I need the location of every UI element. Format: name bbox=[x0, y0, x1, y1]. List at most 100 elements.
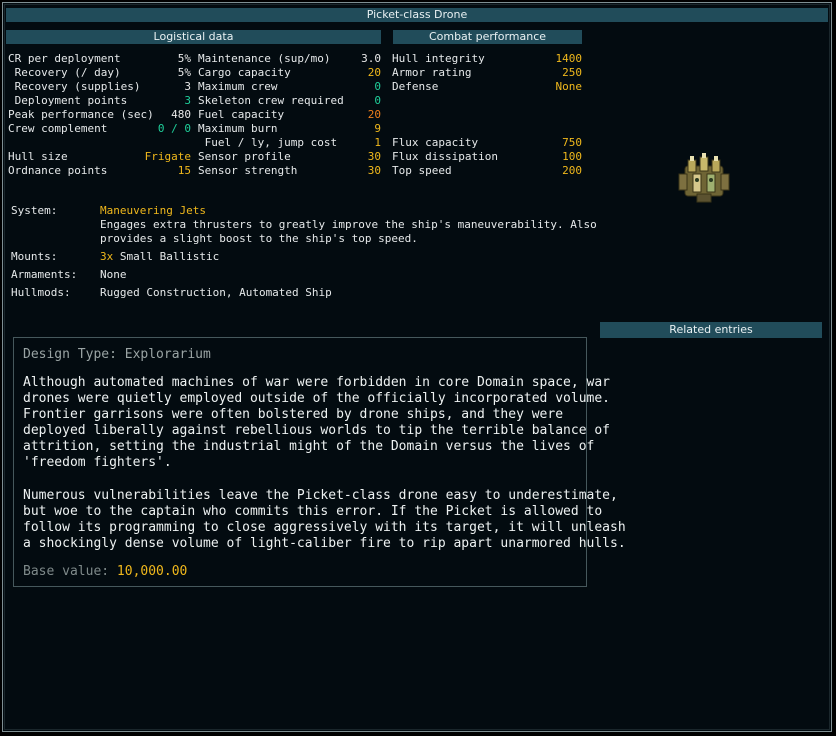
combat-stat-row bbox=[392, 122, 582, 136]
logistics-stat-row: Sensor profile 30 bbox=[198, 150, 381, 164]
description-line: 'freedom fighters'. bbox=[23, 455, 172, 470]
logistics-stat-label: Sensor strength bbox=[198, 164, 298, 177]
logistics-stat-value: 1 bbox=[374, 136, 381, 149]
logistics-stat-label: Fuel / ly, jump cost bbox=[198, 136, 338, 149]
logistics-stat-label: Maximum burn bbox=[198, 122, 278, 135]
combat-stat-row: Top speed 200 bbox=[392, 164, 582, 178]
logistics-stat-value: 0 / 0 bbox=[157, 122, 191, 135]
combat-stat-row: Hull integrity 1400 bbox=[392, 52, 582, 66]
logistics-stat-value: 5% bbox=[177, 52, 191, 65]
description-line: a shockingly dense volume of light-calib… bbox=[23, 536, 626, 551]
logistics-stat-row: Hull size Frigate bbox=[8, 150, 191, 164]
logistics-stat-value: 5% bbox=[177, 66, 191, 79]
combat-stat-row: Armor rating 250 bbox=[392, 66, 582, 80]
armaments-label: Armaments: bbox=[11, 268, 78, 281]
combat-stat-label: Hull integrity bbox=[392, 52, 485, 65]
system-desc-1: Engages extra thrusters to greatly impro… bbox=[100, 218, 597, 231]
logistics-stat-row: Maintenance (sup/mo) 3.0 bbox=[198, 52, 381, 66]
logistics-stat-row: Maximum burn 9 bbox=[198, 122, 381, 136]
logistics-stat-row: Maximum crew 0 bbox=[198, 80, 381, 94]
logistics-stat-row: Fuel capacity 20 bbox=[198, 108, 381, 122]
base-value-amount: 10,000.00 bbox=[116, 564, 188, 579]
logistics-stat-label: Ordnance points bbox=[8, 164, 108, 177]
logistics-stat-row: Skeleton crew required 0 bbox=[198, 94, 381, 108]
logistics-stat-label: Fuel capacity bbox=[198, 108, 285, 121]
logistics-stat-row: Ordnance points 15 bbox=[8, 164, 191, 178]
hullmods-label: Hullmods: bbox=[11, 286, 71, 299]
logistics-stat-row: CR per deployment 5% bbox=[8, 52, 191, 66]
logistics-stat-label: CR per deployment bbox=[8, 52, 121, 65]
hullmods-value: Rugged Construction, Automated Ship bbox=[100, 286, 332, 299]
logistics-stat-label: Maintenance (sup/mo) bbox=[198, 52, 331, 65]
logistics-stat-row: Crew complement 0 / 0 bbox=[8, 122, 191, 136]
logistics-stat-value: 20 bbox=[367, 66, 381, 79]
logistics-stat-label: Skeleton crew required bbox=[198, 94, 344, 107]
combat-stat-value: 1400 bbox=[555, 52, 583, 65]
logistics-stat-row: Fuel / ly, jump cost 1 bbox=[198, 136, 381, 150]
page-title: Picket-class Drone bbox=[6, 8, 828, 22]
logistics-stat-value: 9 bbox=[374, 122, 381, 135]
logistics-stat-value: 20 bbox=[367, 108, 381, 121]
description-line: Numerous vulnerabilities leave the Picke… bbox=[23, 488, 618, 503]
mounts-label: Mounts: bbox=[11, 250, 58, 263]
mounts-count: 3x bbox=[100, 250, 114, 263]
logistics-stat-label: Maximum crew bbox=[198, 80, 278, 93]
logistics-stat-label: Deployment points bbox=[8, 94, 128, 107]
picket-drone-icon bbox=[678, 153, 730, 203]
combat-stat-label: Defense bbox=[392, 80, 439, 93]
combat-stat-value: None bbox=[555, 80, 583, 93]
logistics-stat-label: Recovery (supplies) bbox=[8, 80, 141, 93]
description-line: follow its programming to close aggressi… bbox=[23, 520, 626, 535]
combat-header: Combat performance bbox=[393, 30, 582, 44]
logistics-stat-row: Deployment points 3 bbox=[8, 94, 191, 108]
logistics-stat-value: 30 bbox=[367, 150, 381, 163]
logistics-stat-row: Sensor strength 30 bbox=[198, 164, 381, 178]
logistics-stat-row: Peak performance (sec) 480 bbox=[8, 108, 191, 122]
mounts-text: Small Ballistic bbox=[113, 250, 220, 263]
logistics-stat-label: Hull size bbox=[8, 150, 68, 163]
logistics-stat-value: 480 bbox=[171, 108, 191, 121]
system-desc-2: provides a slight boost to the ship's to… bbox=[100, 232, 418, 245]
description-line: attrition, setting the industrial might … bbox=[23, 439, 595, 454]
logistics-stat-value: Frigate bbox=[144, 150, 191, 163]
logistics-stat-value: 0 bbox=[374, 80, 381, 93]
mounts-value: 3x Small Ballistic bbox=[100, 250, 219, 264]
combat-stat-label: Armor rating bbox=[392, 66, 472, 79]
system-label: System: bbox=[11, 204, 58, 217]
related-entries-header: Related entries bbox=[600, 322, 822, 338]
logistics-stat-value: 3 bbox=[184, 94, 191, 107]
logistics-stat-row: Recovery (supplies) 3 bbox=[8, 80, 191, 94]
combat-stat-label: Flux dissipation bbox=[392, 150, 498, 163]
logistics-stat-label: Recovery (/ day) bbox=[8, 66, 121, 79]
combat-stat-row: Flux dissipation 100 bbox=[392, 150, 582, 164]
logistics-stat-value: 30 bbox=[367, 164, 381, 177]
logistics-stat-row: Cargo capacity 20 bbox=[198, 66, 381, 80]
logistics-stat-label: Sensor profile bbox=[198, 150, 291, 163]
combat-stat-row: Flux capacity 750 bbox=[392, 136, 582, 150]
combat-stat-label: Top speed bbox=[392, 164, 452, 177]
description-line: Frontier garrisons were often bolstered … bbox=[23, 407, 564, 422]
logistics-stat-label: Peak performance (sec) bbox=[8, 108, 154, 121]
logistics-stat-label: Crew complement bbox=[8, 122, 108, 135]
armaments-value: None bbox=[100, 268, 127, 281]
combat-stat-value: 100 bbox=[562, 150, 582, 163]
description-line: Although automated machines of war were … bbox=[23, 375, 610, 390]
combat-stat-row: Defense None bbox=[392, 80, 582, 94]
logistics-stat-row: Recovery (/ day) 5% bbox=[8, 66, 191, 80]
design-type: Design Type: Explorarium bbox=[23, 347, 211, 362]
combat-stat-value: 200 bbox=[562, 164, 582, 177]
logistics-stat-value: 15 bbox=[177, 164, 191, 177]
logistics-stat-label: Cargo capacity bbox=[198, 66, 291, 79]
combat-stat-value: 250 bbox=[562, 66, 582, 79]
description-line: but woe to the captain who commits this … bbox=[23, 504, 603, 519]
description-line: drones were quietly employed outside of … bbox=[23, 391, 610, 406]
base-value-label: Base value: bbox=[23, 564, 117, 579]
combat-stat-label: Flux capacity bbox=[392, 136, 479, 149]
logistics-stat-value: 0 bbox=[374, 94, 381, 107]
description-line: deployed liberally against rebellious wo… bbox=[23, 423, 610, 438]
logistics-header: Logistical data bbox=[6, 30, 381, 44]
combat-stat-row bbox=[392, 108, 582, 122]
logistics-stat-row bbox=[8, 136, 191, 150]
logistics-stat-value: 3 bbox=[184, 80, 191, 93]
logistics-stat-value: 3.0 bbox=[361, 52, 381, 65]
